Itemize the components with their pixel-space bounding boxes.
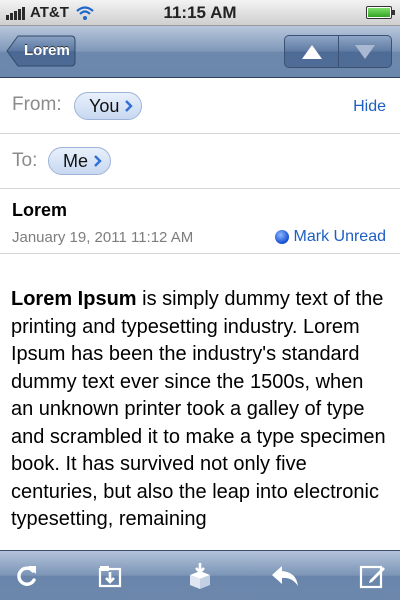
status-time: 11:15 AM	[163, 3, 237, 22]
refresh-button[interactable]	[10, 559, 44, 593]
nav-bar: Lorem	[0, 26, 400, 78]
compose-icon	[359, 565, 385, 589]
message-body: Lorem Ipsum is simply dummy text of the …	[11, 286, 391, 534]
to-contact-pill[interactable]: Me	[48, 147, 112, 175]
message-bold-lead: Lorem Ipsum	[11, 288, 137, 310]
back-button[interactable]: Lorem	[6, 35, 76, 67]
from-contact-name: You	[89, 95, 120, 116]
archive-icon	[190, 563, 210, 589]
move-to-folder-button[interactable]	[93, 559, 127, 593]
message-nav-control	[284, 35, 392, 68]
to-row: To: Me	[0, 134, 400, 189]
refresh-icon	[17, 566, 36, 586]
next-message-button[interactable]	[338, 36, 391, 67]
move-to-folder-icon	[98, 566, 122, 588]
reply-icon	[272, 566, 298, 586]
mark-unread-label: Mark Unread	[293, 228, 386, 245]
bottom-toolbar	[0, 550, 400, 600]
chevron-right-icon	[94, 155, 102, 167]
mark-unread-button[interactable]: Mark Unread	[274, 228, 386, 246]
unread-dot-icon	[274, 230, 289, 244]
message-subject: Lorem	[12, 200, 68, 220]
previous-message-button[interactable]	[285, 36, 339, 67]
compose-button[interactable]	[355, 559, 389, 593]
to-label: To:	[12, 150, 38, 171]
from-label: From:	[12, 94, 62, 115]
archive-button[interactable]	[183, 559, 217, 593]
triangle-up-icon	[301, 44, 322, 59]
battery-icon	[366, 6, 395, 19]
message-text: is simply dummy text of the printing and…	[11, 288, 386, 530]
from-row: From: You Hide	[0, 78, 400, 134]
status-bar: AT&T 11:15 AM	[0, 0, 400, 26]
message-date: January 19, 2011 11:12 AM	[12, 229, 194, 246]
triangle-down-icon	[354, 44, 375, 59]
back-button-label: Lorem	[24, 42, 70, 59]
chevron-right-icon	[125, 100, 134, 112]
from-contact-pill[interactable]: You	[74, 92, 143, 120]
reply-button[interactable]	[268, 559, 302, 593]
to-contact-name: Me	[63, 150, 89, 171]
hide-details-link[interactable]: Hide	[353, 98, 386, 116]
